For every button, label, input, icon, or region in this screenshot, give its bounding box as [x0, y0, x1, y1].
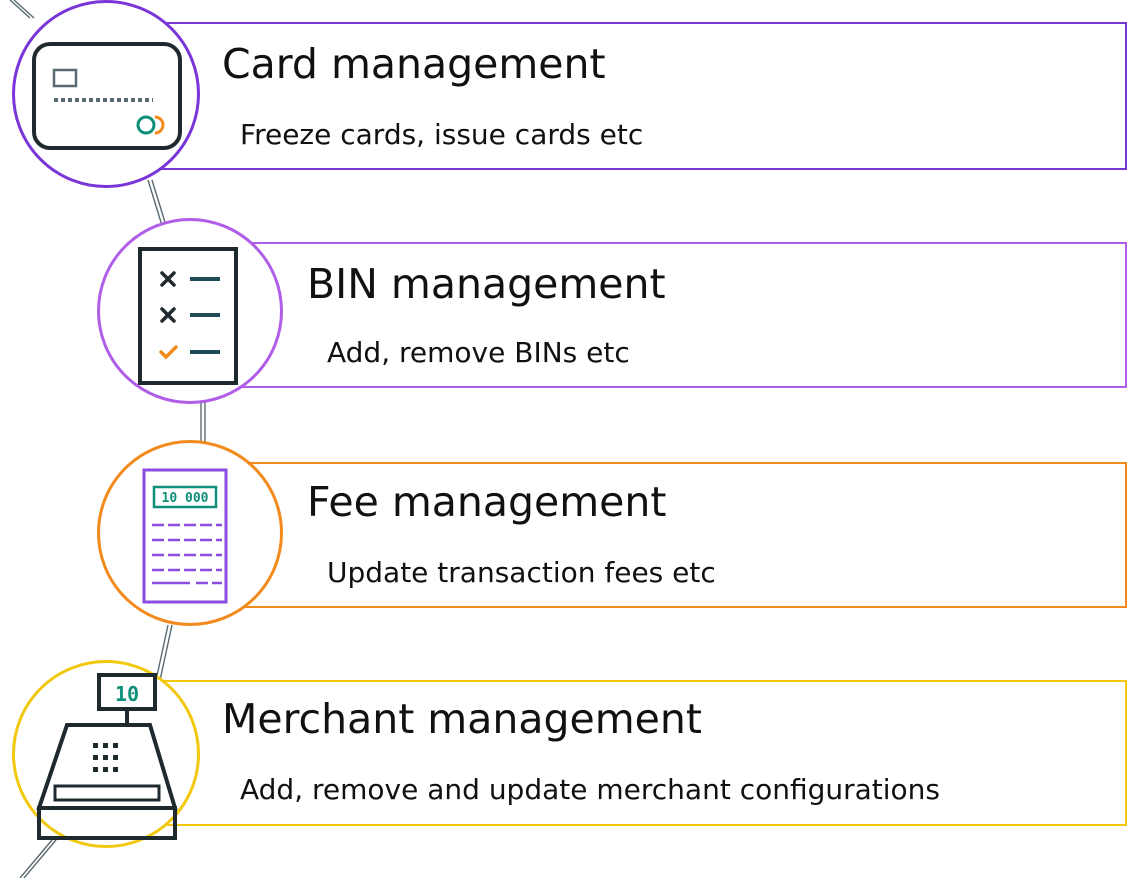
bin-management-badge — [97, 218, 283, 404]
cash-register-icon: 10 — [36, 673, 178, 840]
merchant-management-badge: 10 — [12, 660, 200, 848]
register-display-text: 10 — [115, 682, 139, 706]
fee-management-description: Update transaction fees etc — [327, 556, 716, 589]
fee-management-badge: 10 000 — [97, 440, 283, 626]
calculator-icon: 10 000 — [142, 468, 228, 604]
merchant-management-title: Merchant management — [222, 695, 702, 743]
card-management-title: Card management — [222, 40, 606, 88]
card-management-badge — [12, 0, 200, 188]
bin-management-title: BIN management — [307, 260, 666, 308]
credit-card-icon — [32, 42, 182, 150]
bin-management-description: Add, remove BINs etc — [327, 336, 630, 369]
merchant-management-description: Add, remove and update merchant configur… — [240, 773, 941, 806]
calculator-display-text: 10 000 — [162, 491, 209, 506]
fee-management-title: Fee management — [307, 478, 667, 526]
card-management-description: Freeze cards, issue cards etc — [240, 118, 644, 151]
checklist-icon — [138, 247, 238, 385]
